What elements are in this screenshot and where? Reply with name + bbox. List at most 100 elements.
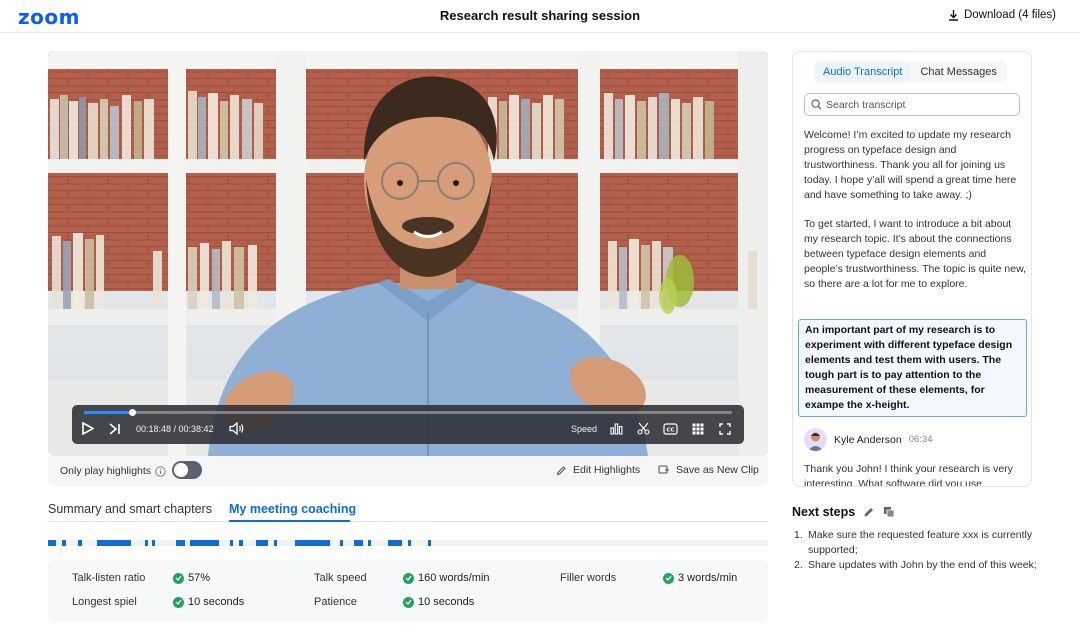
tab-summary[interactable]: Summary and smart chapters: [48, 502, 212, 516]
check-icon: [173, 596, 184, 608]
check-icon: [403, 596, 414, 608]
speaking-timeline[interactable]: [48, 540, 768, 546]
timeline-segment: [340, 540, 343, 546]
grid-icon: [692, 423, 704, 434]
talk-speed-label: Talk speed: [314, 572, 367, 584]
longest-spiel-label: Longest spiel: [72, 596, 137, 608]
timeline-segment: [295, 540, 330, 546]
fullscreen-button[interactable]: [719, 420, 731, 437]
timeline-segment: [62, 540, 66, 546]
filler-words-text: 3 words/min: [678, 572, 738, 584]
save-clip-button[interactable]: Save as New Clip: [658, 464, 759, 476]
transcript-paragraph: Welcome! I’m excited to update my resear…: [804, 129, 1017, 201]
transcript-panel: Audio Transcript Chat Messages Welcome! …: [792, 51, 1032, 487]
timeline-segment: [408, 540, 411, 546]
skip-next-icon: [109, 422, 120, 435]
timeline-segment: [368, 540, 371, 546]
only-highlights: Only play highlights: [60, 465, 166, 477]
list-item: 2. Share updates with John by the end of …: [794, 559, 1037, 571]
tab-chat-messages[interactable]: Chat Messages: [912, 63, 1004, 81]
panel-tabs: Audio Transcript Chat Messages: [813, 61, 1007, 83]
svg-text:CC: CC: [666, 427, 674, 433]
video-area[interactable]: 00:18:48 / 00:38:42 Speed CC: [48, 51, 768, 456]
timeline-segment: [230, 540, 233, 546]
video-options-bar: Only play highlights Edit Highlights Sav…: [48, 456, 768, 486]
filler-words-label: Filler words: [560, 572, 617, 584]
copy-icon[interactable]: [883, 506, 895, 518]
patience-text: 10 seconds: [418, 596, 475, 608]
highlights-toggle[interactable]: [172, 461, 202, 479]
speed-label[interactable]: Speed: [571, 424, 597, 434]
timeline-segment: [48, 540, 56, 546]
next-step-text: Share updates with John by the end of th…: [808, 559, 1037, 571]
timeline-segment: [428, 540, 431, 546]
talk-listen-label: Talk-listen ratio: [72, 572, 146, 584]
save-clip-icon: [658, 464, 669, 474]
speaker-row: Kyle Anderson 06:34: [804, 428, 933, 451]
timeline-segment: [354, 540, 363, 546]
next-step-text: Make sure the requested feature xxx is c…: [808, 529, 1033, 556]
save-clip-label: Save as New Clip: [676, 464, 759, 476]
gallery-button[interactable]: [692, 420, 704, 437]
fullscreen-icon: [719, 422, 731, 435]
page-title: Research result sharing session: [439, 8, 641, 23]
longest-spiel-value: 10 seconds: [173, 596, 244, 608]
timeline-segment: [97, 540, 131, 546]
check-icon: [173, 572, 184, 584]
patience-label: Patience: [314, 596, 357, 608]
download-label: Download (4 files): [963, 9, 1056, 21]
skip-next-button[interactable]: [109, 420, 121, 437]
filler-words-value: 3 words/min: [663, 572, 737, 584]
video-frame-image: [48, 51, 768, 456]
progress-bar[interactable]: [84, 409, 732, 416]
active-tab-indicator: [229, 520, 350, 522]
time-display: 00:18:48 / 00:38:42: [136, 424, 214, 434]
transcript-paragraph: To get started, I want to introduce a bi…: [804, 218, 1026, 290]
longest-spiel-text: 10 seconds: [188, 596, 245, 608]
search-icon: [811, 99, 822, 110]
coaching-tabs: Summary and smart chapters My meeting co…: [48, 500, 768, 522]
next-steps-header: Next steps: [792, 505, 895, 519]
play-icon: [82, 422, 94, 435]
timeline-segment: [388, 540, 402, 546]
timeline-segment: [176, 540, 185, 546]
edit-highlights-label: Edit Highlights: [573, 464, 641, 476]
pencil-icon[interactable]: [863, 506, 875, 518]
coaching-stats: Talk-listen ratio 57% Talk speed 160 wor…: [48, 560, 768, 622]
app-header: zoom Research result sharing session Dow…: [0, 0, 1080, 33]
talk-speed-text: 160 words/min: [418, 572, 490, 584]
volume-icon: [229, 422, 244, 435]
captions-button[interactable]: CC: [663, 420, 678, 437]
progress-fill: [84, 411, 132, 414]
scissors-icon: [637, 422, 650, 435]
volume-button[interactable]: [229, 420, 244, 437]
speaker-timestamp[interactable]: 06:34: [909, 434, 933, 445]
download-icon: [948, 10, 958, 21]
list-item: 1. Make sure the requested feature xxx is…: [794, 529, 1033, 556]
play-button[interactable]: [82, 420, 94, 437]
tab-audio-transcript[interactable]: Audio Transcript: [815, 63, 911, 81]
transcript-search[interactable]: [804, 93, 1020, 116]
next-steps-list: 1. Make sure the requested feature xxx is…: [792, 528, 1042, 573]
progress-handle[interactable]: [128, 409, 136, 416]
download-button[interactable]: Download (4 files): [948, 9, 1056, 21]
talk-listen-value: 57%: [173, 572, 210, 584]
info-icon[interactable]: [155, 465, 166, 477]
next-steps-title: Next steps: [792, 505, 856, 519]
edit-highlights-button[interactable]: Edit Highlights: [556, 464, 640, 476]
tab-meeting-coaching[interactable]: My meeting coaching: [229, 502, 356, 516]
timeline-segment: [274, 540, 277, 546]
search-input[interactable]: [826, 98, 1006, 111]
player-controls: 00:18:48 / 00:38:42 Speed CC: [72, 405, 744, 444]
transcript-paragraph: Thank you John! I think your research is…: [804, 463, 1013, 487]
timeline-segment: [145, 540, 148, 546]
clip-button[interactable]: [637, 420, 650, 437]
timeline-segment: [190, 540, 219, 546]
pencil-icon: [556, 465, 566, 475]
highlighted-transcript[interactable]: An important part of my research is to e…: [798, 319, 1027, 417]
stats-button[interactable]: [610, 420, 623, 437]
patience-value: 10 seconds: [403, 596, 474, 608]
toggle-knob: [174, 463, 188, 477]
avatar: [804, 428, 827, 451]
timeline-segment: [256, 540, 268, 546]
